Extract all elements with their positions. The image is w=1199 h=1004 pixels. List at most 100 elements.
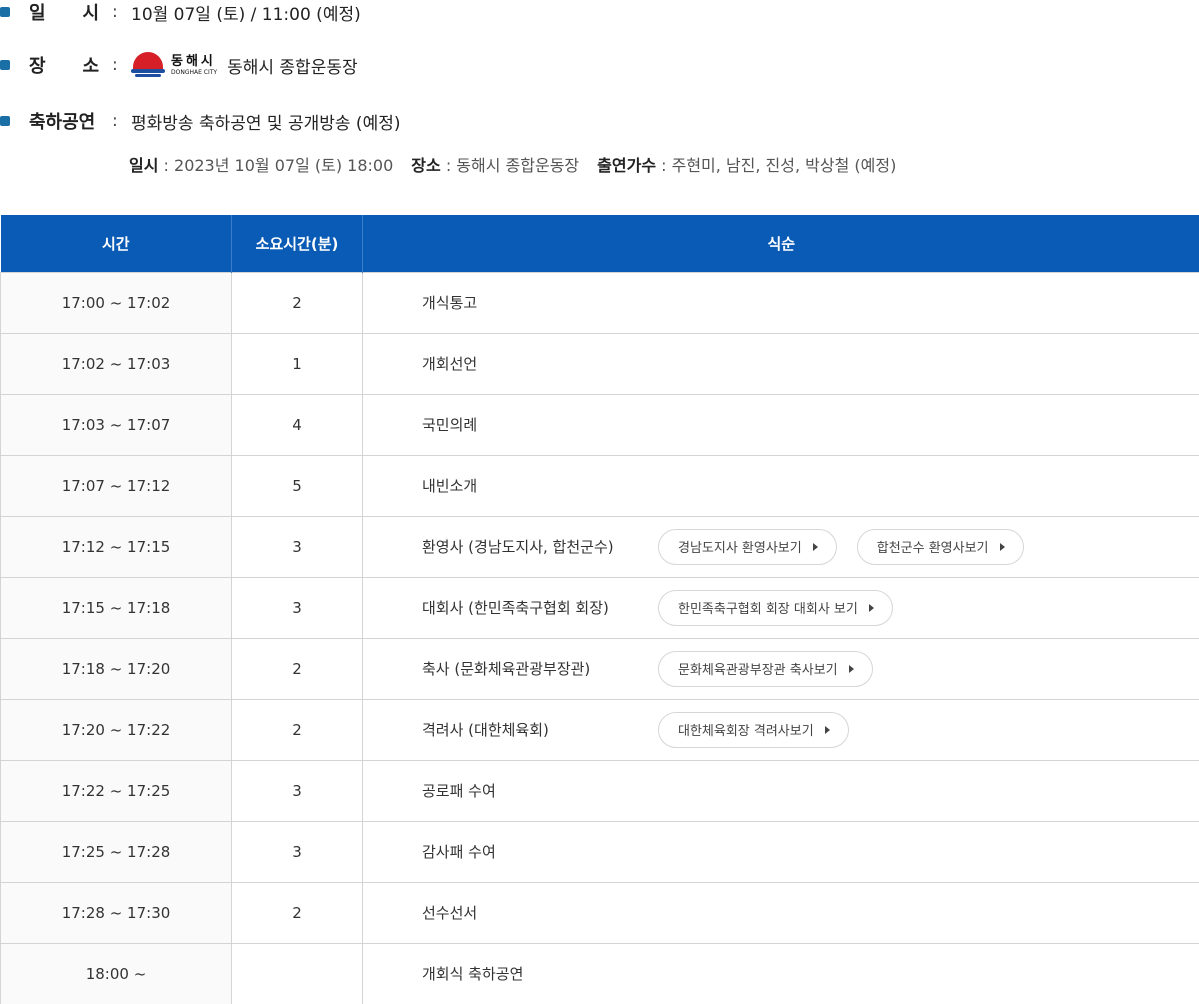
cell-time: 17:00 ~ 17:02 <box>0 271 232 334</box>
view-speech-button[interactable]: 경남도지사 환영사보기 <box>658 528 837 565</box>
cell-time: 17:03 ~ 17:07 <box>0 393 232 456</box>
cell-program: 축사 (문화체육관광부장관) 문화체육관광부장관 축사보기 <box>362 637 1199 700</box>
cell-time: 17:15 ~ 17:18 <box>0 576 232 639</box>
place-colon: : <box>112 55 118 75</box>
cell-time: 17:25 ~ 17:28 <box>0 820 232 883</box>
view-speech-button[interactable]: 한민족축구협회 회장 대회사 보기 <box>658 589 893 626</box>
show-place: 장소 : 동해시 종합운동장 <box>411 152 579 176</box>
program-title: 국민의례 <box>422 416 478 434</box>
show-time: 일시 : 2023년 10월 07일 (토) 18:00 <box>129 152 393 176</box>
place-value: 동해시 종합운동장 <box>227 57 358 78</box>
play-arrow-icon <box>848 664 854 673</box>
view-speech-button[interactable]: 대한체육회장 격려사보기 <box>658 711 849 748</box>
cell-program: 개회선언 <box>362 332 1199 395</box>
cell-time: 17:02 ~ 17:03 <box>0 332 232 395</box>
cell-duration: 2 <box>231 698 363 761</box>
date-label: 일 시 <box>29 0 99 25</box>
cell-duration: 3 <box>231 515 363 578</box>
cell-duration: 4 <box>231 393 363 456</box>
table-row: 17:25 ~ 17:28 3 감사패 수여 <box>0 820 1199 883</box>
program-title: 개회식 축하공연 <box>422 965 524 983</box>
header-time: 시간 <box>0 215 232 272</box>
table-row: 17:22 ~ 17:25 3 공로패 수여 <box>0 759 1199 822</box>
show-time-key: 일시 <box>129 156 159 175</box>
cell-program: 환영사 (경남도지사, 합천군수) 경남도지사 환영사보기 합천군수 환영사보기 <box>362 515 1199 578</box>
show-singers-key: 출연가수 <box>597 156 657 175</box>
program-title: 환영사 (경남도지사, 합천군수) <box>422 538 614 556</box>
cell-program: 국민의례 <box>362 393 1199 456</box>
table-body: 17:00 ~ 17:02 2 개식통고 17:02 ~ 17:03 1 개회선언 17:0… <box>0 271 1199 1004</box>
play-arrow-icon <box>999 542 1005 551</box>
play-arrow-icon <box>868 603 874 612</box>
bullet-icon <box>0 60 10 70</box>
cell-program: 대회사 (한민족축구협회 회장) 한민족축구협회 회장 대회사 보기 <box>362 576 1199 639</box>
cell-duration: 3 <box>231 759 363 822</box>
program-title: 개식통고 <box>422 294 478 312</box>
table-row: 17:28 ~ 17:30 2 선수선서 <box>0 881 1199 944</box>
cell-program: 개회식 축하공연 <box>362 942 1199 1004</box>
show-label: 축하공연 <box>29 112 96 133</box>
cell-program: 격려사 (대한체육회) 대한체육회장 격려사보기 <box>362 698 1199 761</box>
show-colon: : <box>112 111 118 131</box>
cell-duration: 3 <box>231 576 363 639</box>
cell-duration: 2 <box>231 637 363 700</box>
table-header-row: 시간 소요시간(분) 식순 <box>0 215 1199 272</box>
date-label-char-2: 시 <box>82 3 99 24</box>
view-speech-label: 한민족축구협회 회장 대회사 보기 <box>678 602 858 617</box>
program-title: 내빈소개 <box>422 477 478 495</box>
cell-duration: 2 <box>231 881 363 944</box>
date-value: 10월 07일 (토) / 11:00 (예정) <box>131 4 361 25</box>
cell-time: 18:00 ~ <box>0 942 232 1004</box>
view-speech-label: 문화체육관광부장관 축사보기 <box>678 663 838 678</box>
show-details: 일시 : 2023년 10월 07일 (토) 18:00 장소 : 동해시 종합… <box>129 152 914 176</box>
bullet-icon <box>0 7 10 17</box>
view-speech-button[interactable]: 합천군수 환영사보기 <box>856 528 1024 565</box>
show-time-value: : 2023년 10월 07일 (토) 18:00 <box>158 156 394 175</box>
cell-program: 내빈소개 <box>362 454 1199 517</box>
header-program: 식순 <box>362 215 1199 272</box>
ceremony-schedule-table: 시간 소요시간(분) 식순 17:00 ~ 17:02 2 개식통고 17:02 ~ … <box>0 215 1199 1004</box>
table-row: 17:18 ~ 17:20 2 축사 (문화체육관광부장관) 문화체육관광부장관 축사… <box>0 637 1199 700</box>
cell-time: 17:07 ~ 17:12 <box>0 454 232 517</box>
cell-duration: 1 <box>231 332 363 395</box>
program-title: 격려사 (대한체육회) <box>422 721 549 739</box>
show-singers-value: : 주현미, 남진, 진성, 박상철 (예정) <box>656 156 897 175</box>
play-arrow-icon <box>824 725 830 734</box>
logo-korean-text: 동해시 <box>171 53 216 69</box>
show-value: 평화방송 축하공연 및 공개방송 (예정) <box>131 113 401 134</box>
cell-program: 공로패 수여 <box>362 759 1199 822</box>
program-title: 축사 (문화체육관광부장관) <box>422 660 591 678</box>
view-speech-label: 합천군수 환영사보기 <box>876 541 989 556</box>
cell-duration <box>231 942 363 1004</box>
donghae-sun-wave-icon <box>131 52 165 78</box>
cell-duration: 2 <box>231 271 363 334</box>
cell-program: 개식통고 <box>362 271 1199 334</box>
table-row: 17:00 ~ 17:02 2 개식통고 <box>0 271 1199 334</box>
place-value-wrap: 동해시 DONGHAE CITY 동해시 종합운동장 <box>131 52 358 78</box>
cell-time: 17:18 ~ 17:20 <box>0 637 232 700</box>
header-duration: 소요시간(분) <box>231 215 363 272</box>
date-label-char-1: 일 <box>29 3 46 24</box>
cell-time: 17:12 ~ 17:15 <box>0 515 232 578</box>
cell-duration: 3 <box>231 820 363 883</box>
cell-time: 17:20 ~ 17:22 <box>0 698 232 761</box>
place-label-char-2: 소 <box>82 56 99 77</box>
table-row: 17:12 ~ 17:15 3 환영사 (경남도지사, 합천군수) 경남도지사 환영사… <box>0 515 1199 578</box>
bullet-icon <box>0 116 10 126</box>
show-place-key: 장소 <box>411 156 441 175</box>
table-row: 17:07 ~ 17:12 5 내빈소개 <box>0 454 1199 517</box>
cell-program: 선수선서 <box>362 881 1199 944</box>
view-speech-label: 경남도지사 환영사보기 <box>678 541 802 556</box>
cell-time: 17:28 ~ 17:30 <box>0 881 232 944</box>
view-speech-button[interactable]: 문화체육관광부장관 축사보기 <box>658 650 873 687</box>
cell-time: 17:22 ~ 17:25 <box>0 759 232 822</box>
program-title: 공로패 수여 <box>422 782 496 800</box>
program-title: 감사패 수여 <box>422 843 496 861</box>
place-label-char-1: 장 <box>29 56 46 77</box>
cell-program: 감사패 수여 <box>362 820 1199 883</box>
date-colon: : <box>112 2 118 22</box>
table-row: 17:20 ~ 17:22 2 격려사 (대한체육회) 대한체육회장 격려사보기 <box>0 698 1199 761</box>
logo-english-text: DONGHAE CITY <box>171 68 218 76</box>
play-arrow-icon <box>812 542 818 551</box>
program-title: 선수선서 <box>422 904 478 922</box>
